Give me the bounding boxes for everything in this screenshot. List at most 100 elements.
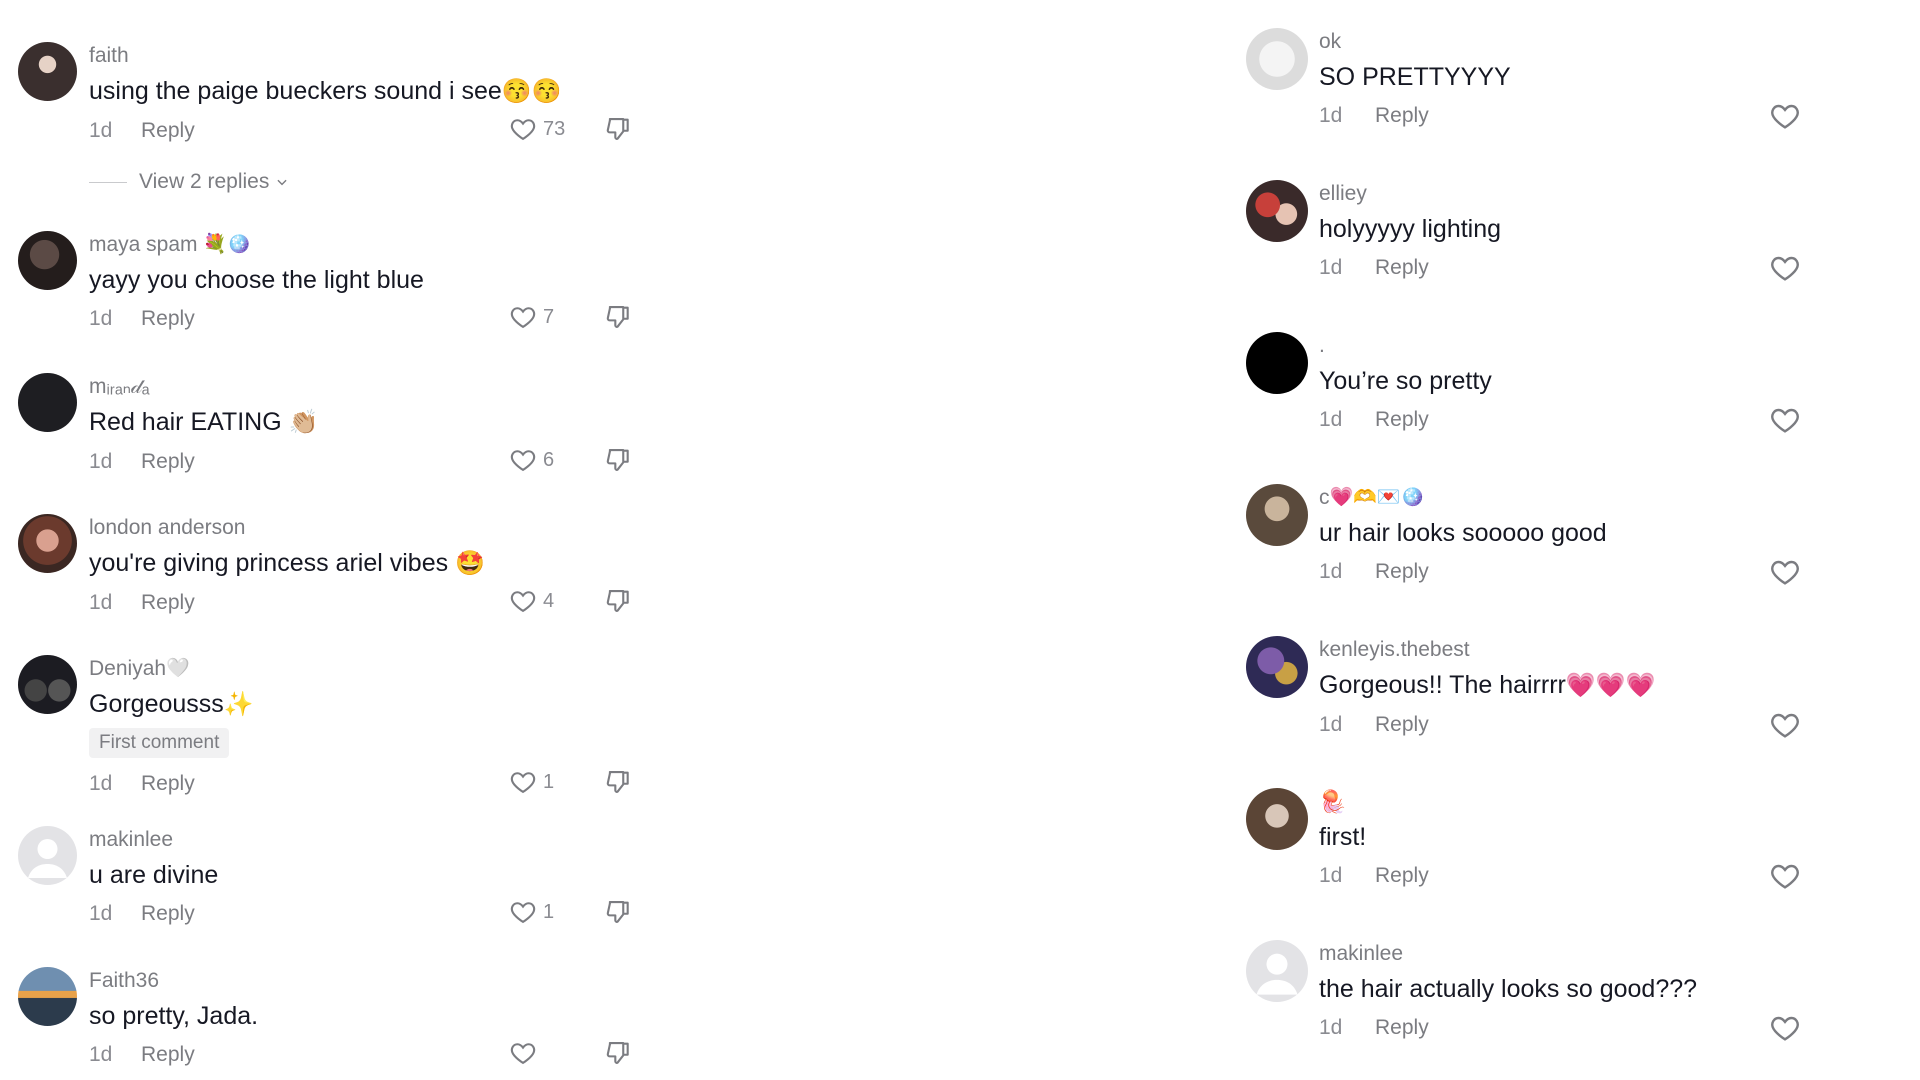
comment-text: Red hair EATING 👏🏼: [89, 405, 660, 440]
avatar[interactable]: [1246, 180, 1308, 242]
comment-text: using the paige bueckers sound i see😚😚: [89, 74, 660, 109]
avatar[interactable]: [18, 42, 77, 101]
dislike-button[interactable]: [604, 1039, 632, 1067]
comment-time: 1d: [1319, 864, 1343, 887]
heart-icon: [1769, 252, 1801, 284]
comment-meta: 1d Reply: [1319, 1012, 1920, 1046]
dislike-button[interactable]: [604, 115, 632, 143]
emoji: 👏🏼: [288, 409, 319, 437]
comment-username[interactable]: Deniyah🤍: [89, 655, 660, 683]
like-button[interactable]: [1769, 709, 1801, 741]
dislike-button[interactable]: [604, 587, 632, 615]
heart-icon: [509, 768, 537, 796]
comment-meta: 1d Reply 7: [89, 303, 660, 337]
avatar[interactable]: [1246, 332, 1308, 394]
reply-button[interactable]: Reply: [141, 450, 195, 474]
view-replies-label: View 2 replies: [139, 170, 270, 193]
like-button[interactable]: 6: [509, 446, 554, 474]
default-avatar-icon[interactable]: [1246, 940, 1308, 1002]
dislike-button[interactable]: [604, 446, 632, 474]
like-count: 7: [543, 305, 555, 328]
reply-button[interactable]: Reply: [1375, 713, 1429, 737]
reply-button[interactable]: Reply: [1375, 408, 1429, 432]
comment-time: 1d: [89, 119, 113, 143]
avatar[interactable]: [18, 514, 77, 573]
like-button[interactable]: 1: [509, 898, 554, 926]
comment-meta: 1d Reply 1: [89, 898, 660, 932]
comment-text: ur hair looks sooooo good: [1319, 519, 1607, 547]
comment-text: yayy you choose the light blue: [89, 266, 424, 294]
like-button[interactable]: 73: [509, 115, 565, 143]
dislike-button[interactable]: [604, 303, 632, 331]
default-avatar-icon[interactable]: [18, 826, 77, 885]
reply-button[interactable]: Reply: [141, 1043, 195, 1067]
reply-button[interactable]: Reply: [141, 307, 195, 331]
reply-button[interactable]: Reply: [1375, 560, 1429, 584]
comment-username[interactable]: makinlee: [89, 826, 660, 854]
avatar[interactable]: [1246, 484, 1308, 546]
emoji: 💐🪩: [203, 234, 251, 256]
comment-username[interactable]: maya spam 💐🪩: [89, 231, 660, 259]
comment-time: 1d: [89, 307, 113, 330]
heart-icon: [1769, 860, 1801, 892]
comment-username[interactable]: makinlee: [1319, 940, 1920, 968]
comment-time: 1d: [1319, 1016, 1343, 1039]
comment-time: 1d: [1319, 256, 1343, 279]
comment-username[interactable]: .: [1319, 332, 1920, 360]
like-button[interactable]: 1: [509, 768, 554, 796]
heart-icon: [1769, 709, 1801, 741]
reply-button[interactable]: Reply: [1375, 864, 1429, 888]
comment-meta: 1d Reply: [1319, 709, 1920, 743]
avatar[interactable]: [18, 655, 77, 714]
like-count: 4: [543, 589, 555, 612]
thumbs-down-icon: [604, 587, 632, 615]
comment-text: so pretty, Jada.: [89, 1002, 259, 1030]
like-button[interactable]: 4: [509, 587, 554, 615]
comment-username[interactable]: faith: [89, 42, 660, 70]
comment-meta: 1d Reply: [1319, 252, 1920, 286]
comment-username[interactable]: Faith36: [89, 967, 660, 995]
avatar[interactable]: [1246, 788, 1308, 850]
like-button[interactable]: [1769, 252, 1801, 284]
emoji: 🤍: [166, 658, 190, 680]
comment-username[interactable]: ok: [1319, 28, 1920, 56]
comment-username[interactable]: mᵢᵣₐₙ𝒹ₐ: [89, 373, 660, 401]
comment-text: Gorgeousss✨: [89, 687, 660, 722]
dislike-button[interactable]: [604, 768, 632, 796]
reply-button[interactable]: Reply: [141, 591, 195, 615]
like-button[interactable]: [509, 1039, 543, 1067]
like-button[interactable]: [1769, 100, 1801, 132]
comment-username[interactable]: c💗🫶💌🪩: [1319, 484, 1920, 512]
reply-button[interactable]: Reply: [141, 772, 195, 796]
emoji: 😚😚: [501, 78, 562, 106]
comment-username[interactable]: 🪼: [1319, 788, 1920, 816]
like-button[interactable]: 7: [509, 303, 554, 331]
avatar[interactable]: [18, 373, 77, 432]
heart-icon: [1769, 100, 1801, 132]
avatar[interactable]: [1246, 636, 1308, 698]
thumbs-down-icon: [604, 898, 632, 926]
comment-time: 1d: [89, 902, 113, 925]
avatar[interactable]: [18, 967, 77, 1026]
comment-username[interactable]: elliey: [1319, 180, 1920, 208]
divider: [89, 181, 127, 183]
avatar[interactable]: [18, 231, 77, 290]
comment-meta: 1d Reply: [1319, 404, 1920, 438]
comment-text: Gorgeous!! The hairrrr💗💗💗: [1319, 668, 1920, 703]
view-replies-button[interactable]: View 2 replies: [89, 170, 289, 194]
like-button[interactable]: [1769, 1012, 1801, 1044]
avatar[interactable]: [1246, 28, 1308, 90]
comment-time: 1d: [1319, 560, 1343, 583]
like-button[interactable]: [1769, 404, 1801, 436]
comment-username[interactable]: london anderson: [89, 514, 660, 542]
comment-username[interactable]: kenleyis.thebest: [1319, 636, 1920, 664]
reply-button[interactable]: Reply: [1375, 256, 1429, 280]
reply-button[interactable]: Reply: [141, 902, 195, 926]
reply-button[interactable]: Reply: [1375, 1016, 1429, 1040]
reply-button[interactable]: Reply: [1375, 104, 1429, 128]
reply-button[interactable]: Reply: [141, 119, 195, 143]
dislike-button[interactable]: [604, 898, 632, 926]
like-button[interactable]: [1769, 556, 1801, 588]
like-button[interactable]: [1769, 860, 1801, 892]
comment-meta: 1d Reply 4: [89, 587, 660, 621]
